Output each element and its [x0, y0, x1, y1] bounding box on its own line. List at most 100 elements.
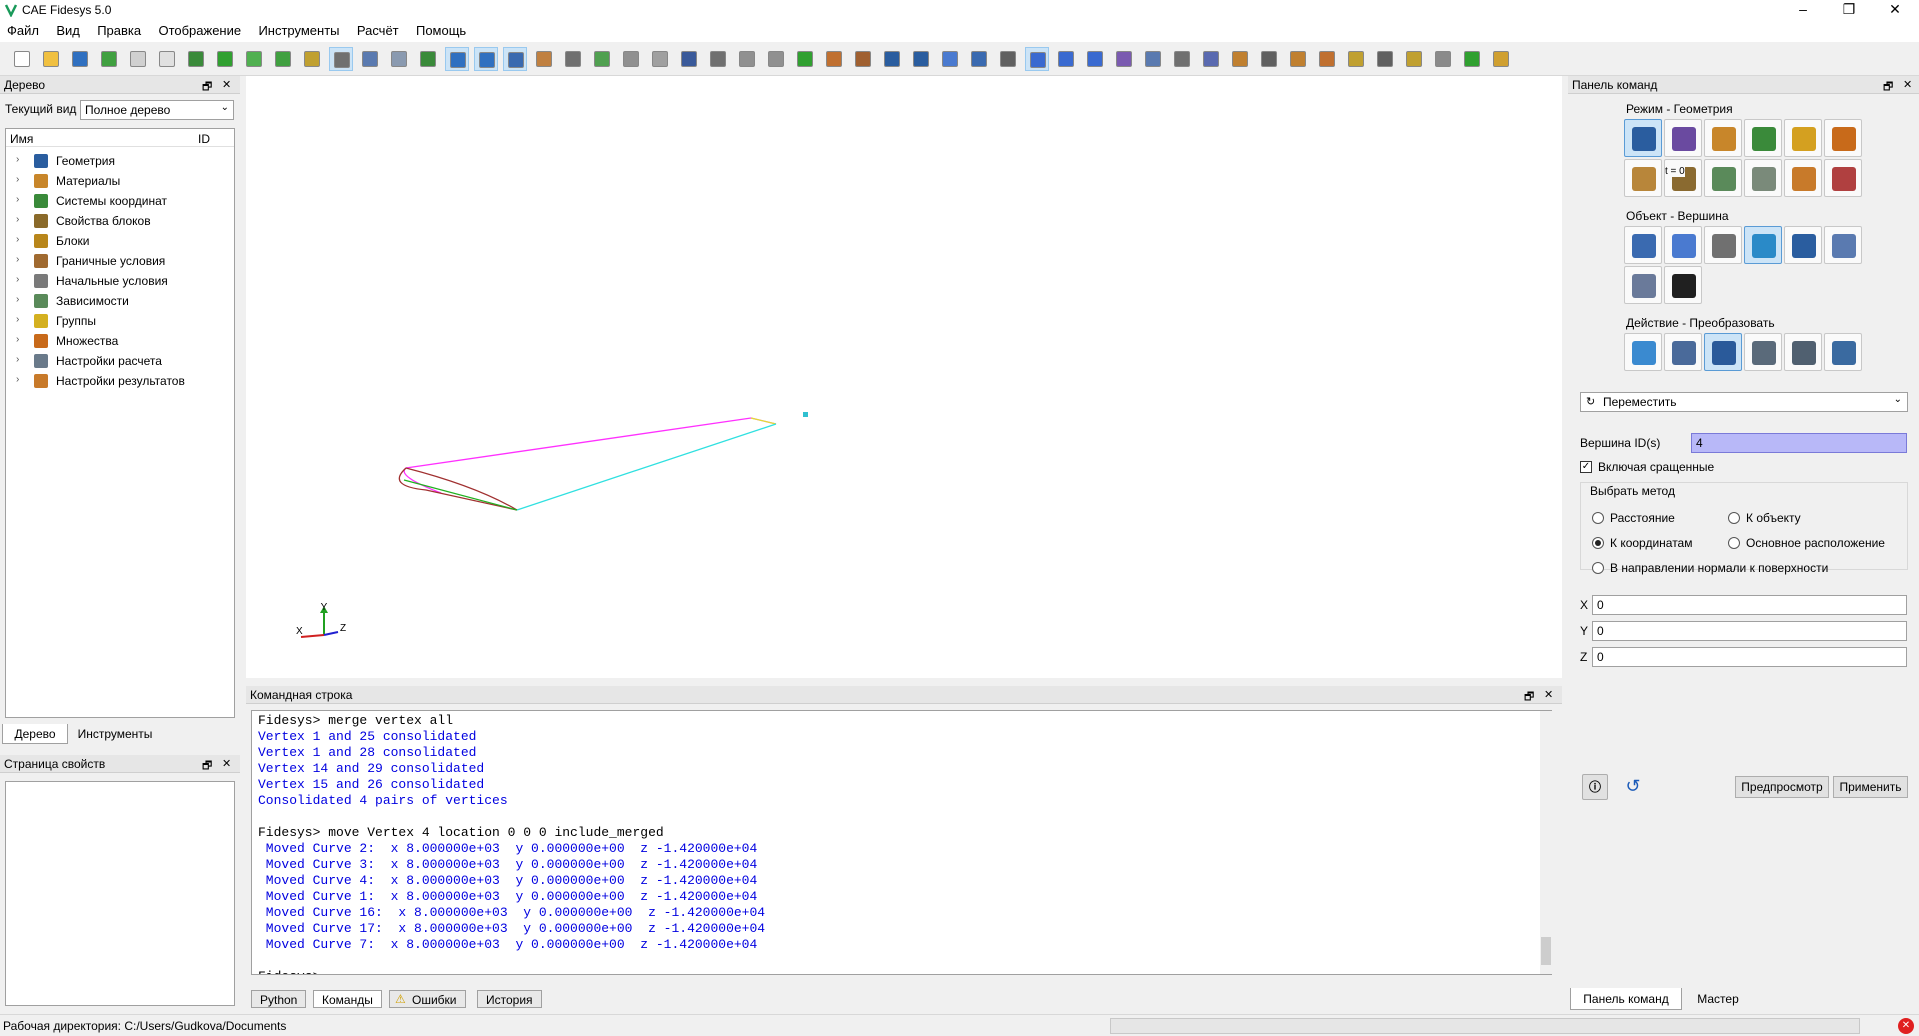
- tree-item[interactable]: › Граничные условия: [6, 251, 234, 271]
- modify-action-button[interactable]: [1664, 333, 1702, 371]
- toolbar-button[interactable]: [996, 47, 1020, 71]
- toolbar-button[interactable]: [503, 47, 527, 71]
- toolbar-button[interactable]: [1141, 47, 1165, 71]
- toolbar-button[interactable]: [1402, 47, 1426, 71]
- toolbar-button[interactable]: [300, 47, 324, 71]
- toolbar-button[interactable]: [39, 47, 63, 71]
- x-input[interactable]: 0: [1592, 595, 1907, 615]
- tree-item[interactable]: › Множества: [6, 331, 234, 351]
- operation-select[interactable]: ↻ Переместить ⌄: [1580, 392, 1908, 412]
- tab-tools[interactable]: Инструменты: [70, 724, 160, 744]
- geometry-mode-button[interactable]: [1624, 119, 1662, 157]
- toolbar-button[interactable]: [1025, 47, 1049, 71]
- expand-arrow-icon[interactable]: ›: [16, 374, 19, 385]
- toolbar-button[interactable]: [271, 47, 295, 71]
- error-status-icon[interactable]: ✕: [1898, 1018, 1914, 1034]
- tree-item[interactable]: › Настройки расчета: [6, 351, 234, 371]
- radio-to-object[interactable]: [1728, 512, 1740, 524]
- preview-button[interactable]: Предпросмотр: [1735, 776, 1829, 798]
- toolbar-button[interactable]: [677, 47, 701, 71]
- console-output[interactable]: Fidesys> merge vertex all Vertex 1 and 25…: [251, 710, 1552, 975]
- expand-arrow-icon[interactable]: ›: [16, 274, 19, 285]
- menu-edit[interactable]: Правка: [90, 20, 148, 38]
- toolbar-button[interactable]: [1460, 47, 1484, 71]
- menu-help[interactable]: Помощь: [409, 20, 473, 38]
- expand-arrow-icon[interactable]: ›: [16, 254, 19, 265]
- toolbar-button[interactable]: [1112, 47, 1136, 71]
- y-input[interactable]: 0: [1592, 621, 1907, 641]
- analysis-mode-button[interactable]: [1824, 159, 1862, 197]
- toolbar-button[interactable]: [126, 47, 150, 71]
- close-window-button[interactable]: ✕: [1872, 0, 1918, 20]
- toolbar-button[interactable]: [822, 47, 846, 71]
- close-icon[interactable]: ✕: [1544, 688, 1553, 701]
- tab-command-panel[interactable]: Панель команд: [1570, 988, 1682, 1010]
- toolbar-button[interactable]: [648, 47, 672, 71]
- settings-action-button[interactable]: [1744, 333, 1782, 371]
- dependencies-mode-button[interactable]: [1704, 159, 1742, 197]
- tab-errors[interactable]: ⚠ Ошибки: [389, 990, 466, 1008]
- tab-wizard[interactable]: Мастер: [1686, 988, 1750, 1010]
- radio-base-location[interactable]: [1728, 537, 1740, 549]
- toolbar-button[interactable]: [706, 47, 730, 71]
- graphics-viewport[interactable]: Y X Z: [246, 76, 1562, 678]
- toolbar-button[interactable]: [851, 47, 875, 71]
- create-action-button[interactable]: [1624, 333, 1662, 371]
- minimize-button[interactable]: –: [1780, 0, 1826, 20]
- coord-system-mode-button[interactable]: [1744, 119, 1782, 157]
- menu-display[interactable]: Отображение: [151, 20, 248, 38]
- toolbar-button[interactable]: [1373, 47, 1397, 71]
- toolbar-button[interactable]: [387, 47, 411, 71]
- tree-item[interactable]: › Настройки результатов: [6, 371, 234, 391]
- toolbar-button[interactable]: [155, 47, 179, 71]
- console-scrollbar[interactable]: [1540, 711, 1552, 974]
- scrollbar-thumb[interactable]: [1541, 937, 1551, 965]
- menu-view[interactable]: Вид: [49, 20, 87, 38]
- include-merged-checkbox[interactable]: ✓: [1580, 461, 1592, 473]
- toolbar-button[interactable]: [1286, 47, 1310, 71]
- toolbar-button[interactable]: [764, 47, 788, 71]
- tab-commands[interactable]: Команды: [313, 990, 382, 1008]
- tree-item[interactable]: › Свойства блоков: [6, 211, 234, 231]
- float-icon[interactable]: 🗗: [1883, 78, 1893, 97]
- toolbar-button[interactable]: [474, 47, 498, 71]
- toolbar-button[interactable]: [735, 47, 759, 71]
- initial-cond-mode-button[interactable]: [1664, 159, 1702, 197]
- tree-item[interactable]: › Группы: [6, 311, 234, 331]
- tree-item[interactable]: › Начальные условия: [6, 271, 234, 291]
- toolbar-button[interactable]: [938, 47, 962, 71]
- toolbar-button[interactable]: [1257, 47, 1281, 71]
- current-view-select[interactable]: Полное дерево ⌄: [80, 100, 234, 120]
- toolbar-button[interactable]: [561, 47, 585, 71]
- toolbar-button[interactable]: [10, 47, 34, 71]
- menu-tools[interactable]: Инструменты: [251, 20, 346, 38]
- toolbar-button[interactable]: [1170, 47, 1194, 71]
- toolbar-button[interactable]: [242, 47, 266, 71]
- toolbar-button[interactable]: [1199, 47, 1223, 71]
- restore-button[interactable]: ❐: [1826, 0, 1872, 20]
- tree-item[interactable]: › Материалы: [6, 171, 234, 191]
- text-object-button[interactable]: [1664, 266, 1702, 304]
- body-object-button[interactable]: [1784, 226, 1822, 264]
- toolbar-button[interactable]: [793, 47, 817, 71]
- toolbar-button[interactable]: [1489, 47, 1513, 71]
- close-icon[interactable]: ✕: [1903, 78, 1912, 91]
- float-icon[interactable]: 🗗: [202, 78, 212, 97]
- curve-object-button[interactable]: [1704, 226, 1742, 264]
- toolbar-button[interactable]: [416, 47, 440, 71]
- tree-item[interactable]: › Геометрия: [6, 151, 234, 171]
- menu-calculation[interactable]: Расчёт: [350, 20, 406, 38]
- col-name-header[interactable]: Имя: [10, 132, 33, 146]
- tree-item[interactable]: › Системы координат: [6, 191, 234, 211]
- tab-tree[interactable]: Дерево: [2, 724, 68, 744]
- expand-arrow-icon[interactable]: ›: [16, 294, 19, 305]
- apply-button[interactable]: Применить: [1833, 776, 1908, 798]
- close-icon[interactable]: ✕: [222, 757, 231, 770]
- toolbar-button[interactable]: [184, 47, 208, 71]
- info-icon[interactable]: ⓘ: [1582, 774, 1608, 800]
- toolbar-button[interactable]: [1431, 47, 1455, 71]
- toolbar-button[interactable]: [1228, 47, 1252, 71]
- toolbar-button[interactable]: [1344, 47, 1368, 71]
- toolbar-button[interactable]: [97, 47, 121, 71]
- reset-icon[interactable]: ↺: [1620, 774, 1646, 800]
